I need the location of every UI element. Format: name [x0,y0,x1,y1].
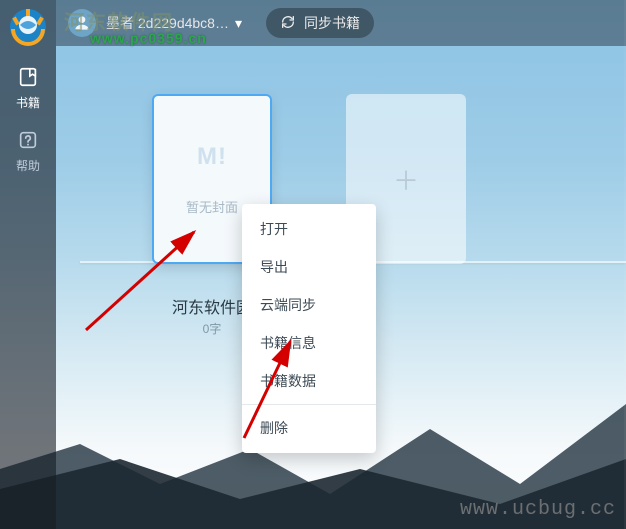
sidebar-item-books[interactable]: 书籍 [0,66,56,111]
sidebar-item-label: 帮助 [16,157,40,174]
menu-delete[interactable]: 删除 [242,409,376,447]
menu-book-info[interactable]: 书籍信息 [242,324,376,362]
topbar: 墨者 2d229d4bc8… ▾ 同步书籍 [56,0,626,46]
chevron-down-icon: ▾ [235,15,242,32]
app-logo [7,6,49,48]
sync-label: 同步书籍 [304,13,360,33]
username-dropdown[interactable]: 墨者 2d229d4bc8… ▾ [106,13,242,33]
help-icon [17,129,39,151]
book-no-cover-label: 暂无封面 [186,197,238,216]
sidebar-item-label: 书籍 [16,94,40,111]
menu-divider [242,404,376,405]
menu-cloud-sync[interactable]: 云端同步 [242,286,376,324]
menu-open[interactable]: 打开 [242,210,376,248]
book-cover-logo: M! [197,143,227,171]
sidebar: 书籍 帮助 [0,0,56,529]
user-icon [72,13,92,33]
sync-books-button[interactable]: 同步书籍 [266,8,374,38]
book-context-menu: 打开 导出 云端同步 书籍信息 书籍数据 删除 [242,204,376,453]
sidebar-item-help[interactable]: 帮助 [0,129,56,174]
username-text: 墨者 2d229d4bc8… [106,13,229,33]
content-area: M! 暂无封面 ＋ 河东软件园 0字 打开 导出 云端同步 书籍信息 书籍数据 … [56,46,626,529]
avatar[interactable] [68,9,96,37]
refresh-icon [280,14,296,33]
menu-export[interactable]: 导出 [242,248,376,286]
plus-icon: ＋ [393,161,419,198]
book-icon [17,66,39,88]
app-root: 书籍 帮助 墨者 2d229d4bc8… ▾ 同步书籍 [0,0,626,529]
menu-book-data[interactable]: 书籍数据 [242,362,376,400]
